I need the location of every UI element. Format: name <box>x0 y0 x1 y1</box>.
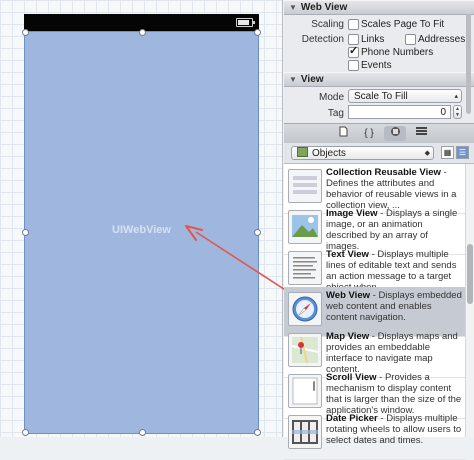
inspector-scrollbar[interactable] <box>465 14 472 114</box>
content-mode-popup[interactable]: Scale To Fill ▴ <box>348 89 462 103</box>
resize-handle[interactable] <box>22 29 29 36</box>
icon-view-toggle-icon[interactable]: ▦ <box>441 146 454 159</box>
item-title: Date Picker <box>326 413 378 424</box>
scroll-view-icon <box>288 374 322 408</box>
image-view-icon <box>288 210 322 244</box>
storyboard-canvas[interactable]: UIWebView <box>0 0 283 437</box>
media-library-icon[interactable] <box>410 126 432 141</box>
mode-label: Mode <box>318 92 344 103</box>
item-title: Text View <box>326 249 369 260</box>
detection-label: Detection <box>301 34 344 45</box>
status-bar <box>24 14 259 30</box>
attributes-inspector: ▼ Web View Scaling Scales Page To Fit Det… <box>284 0 474 460</box>
file-template-icon[interactable] <box>332 126 354 141</box>
scales-page-to-fit-checkbox[interactable] <box>348 19 359 30</box>
tag-stepper[interactable]: ▲ ▼ <box>453 105 462 119</box>
addresses-checkbox[interactable] <box>405 34 416 45</box>
text-view-icon <box>288 251 322 285</box>
tag-label: Tag <box>327 108 344 119</box>
popup-arrows-icon: ◆ <box>424 150 430 157</box>
battery-icon <box>236 18 255 27</box>
map-view-icon <box>288 333 322 367</box>
section-title: View <box>300 74 324 85</box>
view-section-header[interactable]: ▼ View <box>284 72 474 87</box>
resize-handle[interactable] <box>139 29 146 36</box>
library-scrollbar[interactable] <box>465 164 474 437</box>
addresses-label: Addresses <box>418 34 466 45</box>
disclosure-triangle-icon[interactable]: ▼ <box>289 73 297 86</box>
resize-handle[interactable] <box>254 429 261 436</box>
webview-label: UIWebView <box>112 224 171 236</box>
disclosure-triangle-icon[interactable]: ▼ <box>289 1 297 14</box>
web-view-section-header[interactable]: ▼ Web View <box>284 0 474 15</box>
library-filter-value: Objects <box>312 148 346 159</box>
scaling-label: Scaling <box>311 19 344 30</box>
resize-handle[interactable] <box>139 429 146 436</box>
library-tab-bar: { } <box>284 123 474 144</box>
list-item[interactable]: Date Picker - Displays multiple rotating… <box>284 410 465 460</box>
scales-page-to-fit-label: Scales Page To Fit <box>361 19 445 30</box>
safari-compass-icon <box>288 292 322 326</box>
list-view-toggle-icon[interactable]: ☰ <box>456 146 469 159</box>
popup-arrows-icon: ▴ <box>454 93 458 100</box>
events-checkbox[interactable] <box>348 60 359 71</box>
object-library-list[interactable]: Collection Reusable View - Defines the a… <box>284 164 465 460</box>
resize-handle[interactable] <box>22 429 29 436</box>
item-title: Scroll View <box>326 372 377 383</box>
uiwebview-element[interactable]: UIWebView <box>22 29 261 436</box>
phone-numbers-checkbox[interactable] <box>348 44 359 58</box>
code-snippet-icon[interactable]: { } <box>358 126 380 141</box>
collection-reusable-view-icon <box>288 169 322 203</box>
item-title: Collection Reusable View <box>326 167 441 178</box>
item-title: Map View <box>326 331 370 342</box>
item-title: Image View <box>326 208 378 219</box>
phone-numbers-label: Phone Numbers <box>361 47 434 58</box>
section-title: Web View <box>300 2 348 13</box>
item-title: Web View <box>326 290 370 301</box>
iphone-scene[interactable]: UIWebView <box>22 14 261 436</box>
date-picker-icon <box>288 415 322 449</box>
scroll-thumb[interactable] <box>467 244 473 304</box>
tag-field[interactable]: 0 <box>348 105 451 119</box>
object-library-icon[interactable] <box>384 126 406 141</box>
resize-handle[interactable] <box>254 29 261 36</box>
content-mode-value: Scale To Fill <box>354 91 408 102</box>
library-filter-popup[interactable]: Objects ◆ <box>291 146 434 160</box>
links-label: Links <box>361 34 385 45</box>
events-label: Events <box>361 60 392 71</box>
library-folder-icon <box>297 147 308 157</box>
